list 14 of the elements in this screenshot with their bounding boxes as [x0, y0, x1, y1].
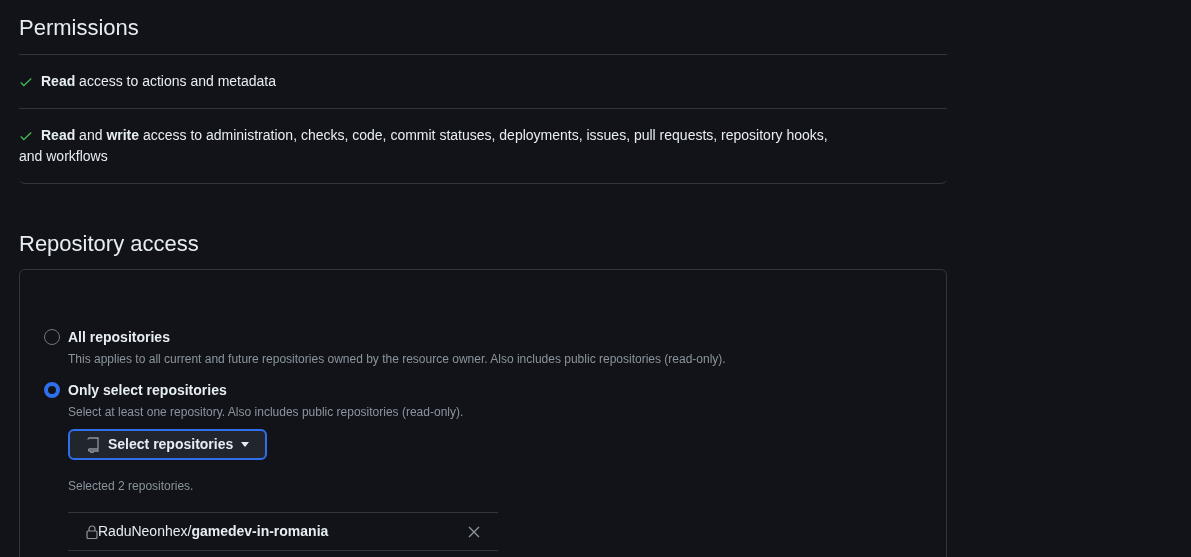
option-description: Select at least one repository. Also includes public repositories (read-only). — [68, 404, 465, 421]
option-description: This applies to all current and future repositories owned by the resource owner. Also includes public repositories (read-only). — [68, 351, 726, 368]
option-label: Only select repositories — [68, 381, 228, 400]
radio-button[interactable] — [44, 382, 60, 398]
repository-name: RaduNeonhex/gamedev-in-romania — [98, 522, 330, 541]
selected-count: Selected 2 repositories. — [68, 478, 194, 495]
caret-icon — [241, 442, 250, 447]
permission-text: Read access to actions and metadata — [19, 71, 839, 92]
permission-text: Read and write access to administration, checks, code, commit statuses, deployments, issues, pull requests, repository hooks, and workflows — [19, 126, 829, 166]
option-label: All repositories — [68, 328, 171, 347]
close-icon[interactable] — [468, 525, 480, 538]
section-heading: Repository access — [19, 230, 200, 258]
section-heading: Permissions — [19, 14, 140, 42]
select-repositories-button[interactable]: Select repositories — [68, 429, 268, 460]
